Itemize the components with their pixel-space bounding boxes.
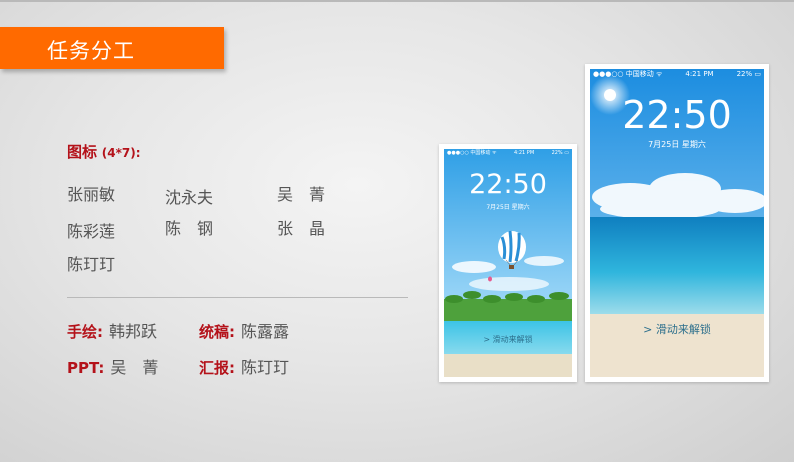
top-border-line xyxy=(0,0,794,2)
lock-date: 7月25日 星期六 xyxy=(486,204,530,211)
title-banner: 任务分工 xyxy=(0,27,224,69)
role-label: 手绘: xyxy=(67,323,103,341)
carrier-text: ●●●○○ 中国移动 ᯤ xyxy=(593,70,663,78)
role-value: 韩邦跃 xyxy=(109,322,158,341)
status-bar: ●●●○○ 中国移动 ᯤ 4:21 PM 22% ▭ xyxy=(590,69,764,80)
lock-date: 7月25日 星期六 xyxy=(648,140,706,149)
section-divider xyxy=(67,297,408,298)
role-label: PPT: xyxy=(67,359,105,377)
slide-to-unlock[interactable]: > 滑动来解锁 xyxy=(444,334,572,345)
lockscreen-screen: ●●●○○ 中国移动 ᯤ 4:21 PM 22% ▭ 22:50 7月25日 星… xyxy=(590,69,764,377)
lockscreen-screen: ●●●○○ 中国移动 ᯤ 4:21 PM 22% ▭ 22:50 7月25日 星… xyxy=(444,149,572,377)
carrier-text: ●●●○○ 中国移动 ᯤ xyxy=(447,150,497,156)
lockscreen-preview-beach: ●●●○○ 中国移动 ᯤ 4:21 PM 22% ▭ 22:50 7月25日 星… xyxy=(585,64,769,382)
status-time: 4:21 PM xyxy=(685,70,714,78)
member-name: 张丽敏 xyxy=(67,185,116,204)
status-bar: ●●●○○ 中国移动 ᯤ 4:21 PM 22% ▭ xyxy=(444,149,572,157)
member-name: 沈永夫 xyxy=(165,188,214,207)
battery-indicator: 22% ▭ xyxy=(736,70,761,78)
battery-indicator: 22% ▭ xyxy=(551,150,569,156)
role-value: 吴 菁 xyxy=(110,358,159,377)
role-compilation: 统稿: 陈露露 xyxy=(199,318,289,342)
member-name: 张 晶 xyxy=(277,219,326,238)
member-name: 陈彩莲 xyxy=(67,222,116,241)
role-value: 陈露露 xyxy=(241,322,290,341)
role-label: 统稿: xyxy=(199,323,235,341)
lock-clock: 22:50 xyxy=(469,169,547,200)
status-time: 4:21 PM xyxy=(513,150,535,156)
lock-clock: 22:50 xyxy=(622,93,732,137)
icons-label: 图标 (4*7): xyxy=(67,141,141,162)
icons-label-text: 图标 xyxy=(67,143,98,161)
lockscreen-preview-balloon: ●●●○○ 中国移动 ᯤ 4:21 PM 22% ▭ 22:50 7月25日 星… xyxy=(439,144,577,382)
role-ppt: PPT: 吴 菁 xyxy=(67,354,158,378)
role-label: 汇报: xyxy=(199,359,235,377)
icons-count: (4*7): xyxy=(101,146,141,160)
role-report: 汇报: 陈玎玎 xyxy=(199,354,289,378)
role-hand-drawing: 手绘: 韩邦跃 xyxy=(67,318,157,342)
slide-title: 任务分工 xyxy=(47,39,135,63)
member-name: 陈玎玎 xyxy=(67,255,116,274)
role-value: 陈玎玎 xyxy=(241,358,290,377)
member-name: 吴 菁 xyxy=(277,185,326,204)
slide-to-unlock[interactable]: > 滑动来解锁 xyxy=(590,321,764,337)
member-name: 陈 钢 xyxy=(165,219,214,238)
